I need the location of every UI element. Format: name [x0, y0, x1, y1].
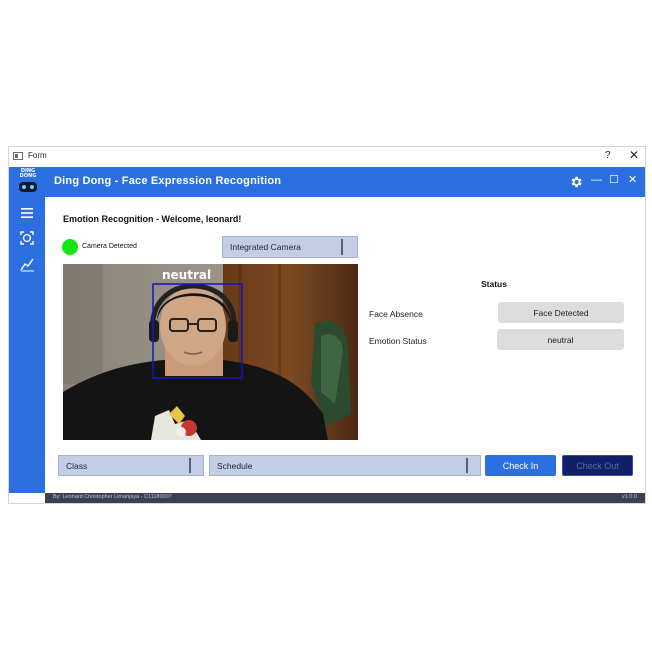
minimize-button[interactable]: —	[591, 172, 602, 188]
window-title: Form	[28, 151, 47, 160]
camera-feed: neutral	[63, 264, 358, 440]
close-button[interactable]: ✕	[628, 172, 637, 188]
class-select-value: Class	[66, 460, 88, 471]
page-title: Emotion Recognition - Welcome, leonard!	[63, 214, 242, 224]
dropdown-separator	[189, 458, 191, 473]
window-titlebar: Form ? ✕	[9, 147, 645, 167]
app-window: Form ? ✕ DING DONG Ding Dong - Face Expr…	[8, 146, 646, 504]
chart-icon[interactable]	[19, 256, 35, 272]
footer-version: v1.0.0	[622, 494, 637, 500]
app-header: DING DONG Ding Dong - Face Expression Re…	[9, 167, 645, 197]
face-absence-value: Face Detected	[498, 302, 624, 323]
camera-status-label: Camera Detected	[82, 243, 137, 250]
schedule-select[interactable]: Schedule	[209, 455, 481, 476]
camera-select[interactable]: Integrated Camera	[222, 236, 358, 258]
menu-icon[interactable]	[19, 205, 35, 221]
emotion-status-label: Emotion Status	[369, 336, 427, 346]
form-window-icon	[13, 152, 23, 160]
main-content: Emotion Recognition - Welcome, leonard! …	[45, 197, 645, 493]
emotion-status-value: neutral	[497, 329, 624, 350]
dropdown-separator	[466, 458, 468, 473]
face-absence-label: Face Absence	[369, 309, 423, 319]
footer-credit: By: Leonard Christopher Limanjaya - C111…	[53, 494, 172, 500]
app-logo: DING DONG	[15, 169, 41, 195]
sidebar	[9, 197, 45, 493]
schedule-select-value: Schedule	[217, 460, 253, 471]
help-button[interactable]: ?	[605, 150, 611, 161]
check-in-button[interactable]: Check In	[485, 455, 556, 476]
class-select[interactable]: Class	[58, 455, 204, 476]
emotion-overlay-label: neutral	[162, 268, 212, 282]
gear-icon[interactable]	[569, 175, 583, 189]
camera-status-indicator	[62, 239, 78, 255]
face-scan-icon[interactable]	[19, 230, 35, 246]
camera-select-value: Integrated Camera	[230, 242, 301, 252]
maximize-button[interactable]: ☐	[609, 172, 619, 188]
footer-bar: By: Leonard Christopher Limanjaya - C111…	[45, 493, 645, 503]
dropdown-separator	[341, 239, 343, 255]
camera-frame-image	[63, 264, 358, 440]
robot-face-icon	[19, 182, 37, 192]
check-out-button[interactable]: Check Out	[562, 455, 633, 476]
status-title: Status	[481, 279, 507, 289]
app-title: Ding Dong - Face Expression Recognition	[54, 175, 282, 187]
window-close-button[interactable]: ✕	[629, 148, 639, 162]
logo-text: DING DONG	[19, 168, 37, 179]
